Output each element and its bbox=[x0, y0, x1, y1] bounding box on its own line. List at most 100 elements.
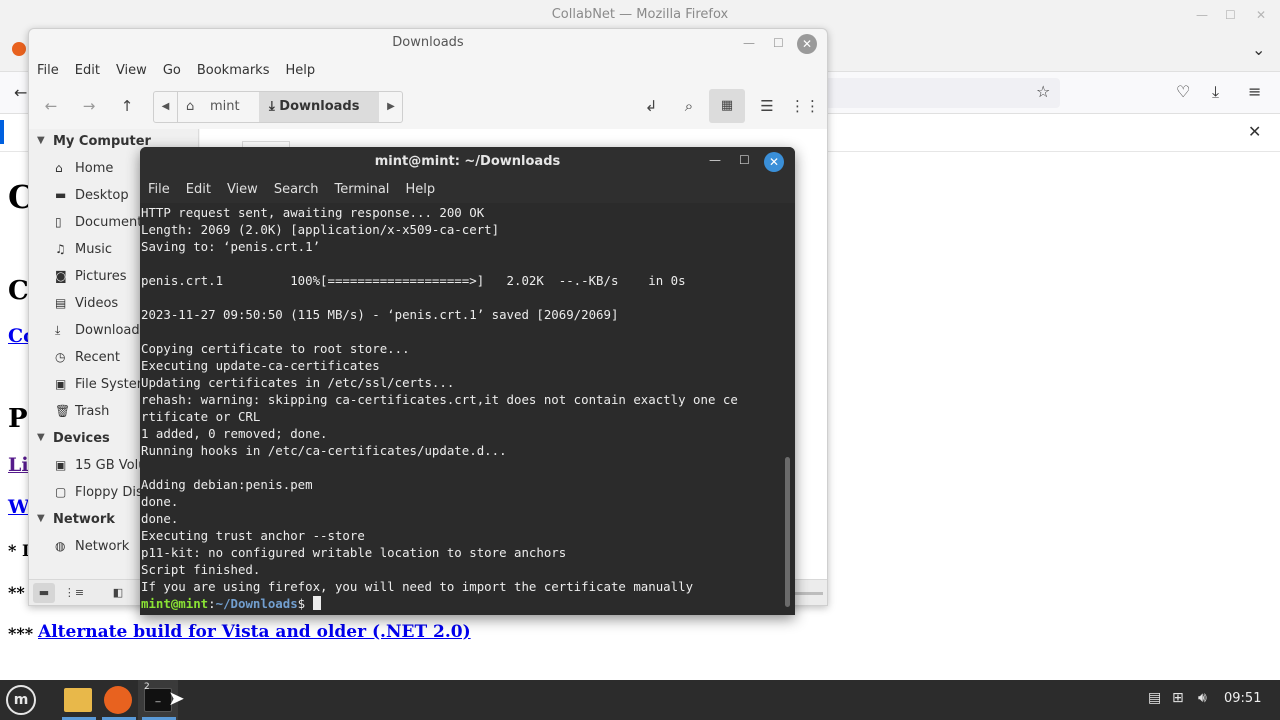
menu-file[interactable]: File bbox=[140, 177, 178, 203]
breadcrumb-current[interactable]: ⤓ Downloads bbox=[259, 92, 379, 122]
sidebar-item-home[interactable]: ⌂ Home bbox=[55, 161, 113, 176]
compact-view-icon[interactable]: ⋮⋮ bbox=[789, 91, 821, 121]
terminal-line: penis.crt.1 100%[===================>] 2… bbox=[141, 273, 686, 288]
sidebar-item-desktop[interactable]: ▬ Desktop bbox=[55, 188, 129, 203]
close-icon[interactable]: ✕ bbox=[1256, 8, 1266, 22]
sidebar-item-label: Network bbox=[75, 539, 130, 554]
back-icon[interactable]: ← bbox=[14, 83, 27, 102]
terminal-output[interactable]: HTTP request sent, awaiting response... … bbox=[141, 204, 781, 615]
maximize-icon[interactable]: ☐ bbox=[773, 36, 784, 50]
prompt-separator: : bbox=[208, 596, 216, 611]
folder-icon[interactable] bbox=[64, 688, 92, 712]
collapse-icon[interactable]: ▼ bbox=[37, 513, 45, 524]
breadcrumb-right-icon[interactable]: ▶ bbox=[380, 92, 402, 122]
menu-edit[interactable]: Edit bbox=[178, 177, 219, 203]
terminal-line: Copying certificate to root store... bbox=[141, 341, 410, 356]
up-icon[interactable]: ↑ bbox=[111, 91, 143, 121]
url-bar[interactable] bbox=[820, 78, 1060, 108]
menu-view[interactable]: View bbox=[219, 177, 266, 203]
page-link-2[interactable]: Li bbox=[8, 454, 29, 476]
pocket-icon[interactable]: ♡ bbox=[1176, 82, 1190, 101]
mouse-cursor-icon: ➤ bbox=[168, 686, 185, 710]
zoom-slider[interactable] bbox=[793, 592, 823, 595]
music-icon: ♫ bbox=[55, 242, 66, 256]
terminal-prompt[interactable]: mint@mint:~/Downloads$ bbox=[141, 595, 781, 612]
list-view-icon[interactable]: ☰ bbox=[751, 91, 783, 121]
sidebar-item-label: File System bbox=[75, 377, 150, 392]
firefox-titlebar: CollabNet — Mozilla Firefox bbox=[0, 0, 1280, 30]
network-icon[interactable]: ⊞ bbox=[1172, 690, 1184, 706]
terminal-scrollbar[interactable] bbox=[785, 457, 790, 607]
menu-view[interactable]: View bbox=[108, 59, 155, 83]
sidebar-item-label: Desktop bbox=[75, 188, 129, 203]
menu-help[interactable]: Help bbox=[277, 59, 323, 83]
sidebar-item-recent[interactable]: ◷ Recent bbox=[55, 350, 120, 365]
home-icon: ⌂ bbox=[186, 99, 195, 114]
sidebar-item-label: Downloads bbox=[75, 323, 147, 338]
bookmark-star-icon[interactable]: ☆ bbox=[1036, 82, 1050, 101]
page-text-3-prefix: *** bbox=[8, 624, 34, 643]
sidebar-item-label: Pictures bbox=[75, 269, 127, 284]
toggle-location-icon[interactable]: ↲ bbox=[635, 91, 667, 121]
menu-go[interactable]: Go bbox=[155, 59, 189, 83]
firefox-tab-icon[interactable] bbox=[12, 42, 26, 56]
sidebar-item-music[interactable]: ♫ Music bbox=[55, 242, 112, 257]
collapse-icon[interactable]: ▼ bbox=[37, 135, 45, 146]
sidebar-item-floppy[interactable]: ▢ Floppy Disk bbox=[55, 485, 150, 500]
minimize-icon[interactable]: — bbox=[1196, 8, 1208, 22]
app-menu-icon[interactable]: ≡ bbox=[1248, 82, 1261, 101]
icon-view-button[interactable]: ▦ bbox=[709, 89, 745, 123]
menu-search[interactable]: Search bbox=[266, 177, 327, 203]
terminal-title: mint@mint: ~/Downloads bbox=[140, 147, 795, 177]
maximize-icon[interactable]: ☐ bbox=[739, 153, 750, 167]
downloads-icon[interactable]: ⤓ bbox=[1212, 82, 1219, 102]
breadcrumb-left-icon[interactable]: ◀ bbox=[154, 92, 178, 122]
maximize-icon[interactable]: ☐ bbox=[1225, 8, 1236, 22]
terminal-line: Script finished. bbox=[141, 562, 261, 577]
menu-terminal[interactable]: Terminal bbox=[326, 177, 397, 203]
taskbar: m _ 2 ➤ ▤ ⊞ 🔊︎ 09:51 bbox=[0, 680, 1280, 720]
menu-help[interactable]: Help bbox=[397, 177, 443, 203]
places-toggle-icon[interactable]: ▬ bbox=[33, 583, 55, 603]
close-notification-icon[interactable]: ✕ bbox=[1248, 122, 1261, 141]
mint-menu-icon[interactable]: m bbox=[6, 685, 36, 715]
home-icon: ⌂ bbox=[55, 161, 63, 175]
tree-toggle-icon[interactable]: ⋮≡ bbox=[63, 583, 85, 603]
menu-bookmarks[interactable]: Bookmarks bbox=[189, 59, 278, 83]
close-icon[interactable]: ✕ bbox=[764, 152, 784, 172]
breadcrumb-home[interactable]: mint bbox=[210, 92, 240, 122]
firefox-icon[interactable] bbox=[104, 686, 132, 714]
page-link-3[interactable]: W bbox=[8, 496, 29, 518]
volume-icon[interactable]: 🔊︎ bbox=[1198, 690, 1207, 706]
sidebar-item-pictures[interactable]: ◙ Pictures bbox=[55, 269, 126, 284]
minimize-icon[interactable]: — bbox=[743, 36, 755, 50]
forward-icon[interactable]: → bbox=[73, 91, 105, 121]
sidebar-item-videos[interactable]: ▤ Videos bbox=[55, 296, 118, 311]
clock[interactable]: 09:51 bbox=[1224, 691, 1261, 706]
collapse-icon[interactable]: ▼ bbox=[37, 432, 45, 443]
close-icon[interactable]: ✕ bbox=[797, 34, 817, 54]
sidebar-item-downloads[interactable]: ⤓ Downloads bbox=[55, 323, 146, 338]
hide-sidebar-icon[interactable]: ◧ bbox=[107, 583, 129, 603]
sidebar-item-documents[interactable]: ▯ Documents bbox=[55, 215, 149, 230]
menu-file[interactable]: File bbox=[29, 59, 67, 83]
notes-icon[interactable]: ▤ bbox=[1148, 690, 1161, 706]
sidebar-item-label: Home bbox=[75, 161, 114, 176]
terminal-line: rtificate or CRL bbox=[141, 409, 261, 424]
list-tabs-icon[interactable]: ⌄ bbox=[1252, 40, 1265, 59]
alternate-build-link[interactable]: Alternate build for Vista and older (.NE… bbox=[38, 622, 471, 642]
sidebar-item-file-system[interactable]: ▣ File System bbox=[55, 377, 149, 392]
search-icon[interactable]: ⌕ bbox=[673, 91, 705, 121]
sidebar-item-network[interactable]: ◍ Network bbox=[55, 539, 129, 554]
breadcrumb-current-label: Downloads bbox=[279, 99, 360, 114]
sidebar-item-label: Documents bbox=[75, 215, 150, 230]
minimize-icon[interactable]: — bbox=[709, 153, 721, 167]
terminal-line: rehash: warning: skipping ca-certificate… bbox=[141, 392, 738, 407]
terminal-line: Saving to: ‘penis.crt.1’ bbox=[141, 239, 321, 254]
prompt-end: $ bbox=[297, 596, 306, 611]
sidebar-item-trash[interactable]: 🗑︎ Trash bbox=[55, 404, 109, 419]
sidebar-item-label: Videos bbox=[75, 296, 119, 311]
back-icon[interactable]: ← bbox=[35, 91, 67, 121]
menu-edit[interactable]: Edit bbox=[67, 59, 108, 83]
